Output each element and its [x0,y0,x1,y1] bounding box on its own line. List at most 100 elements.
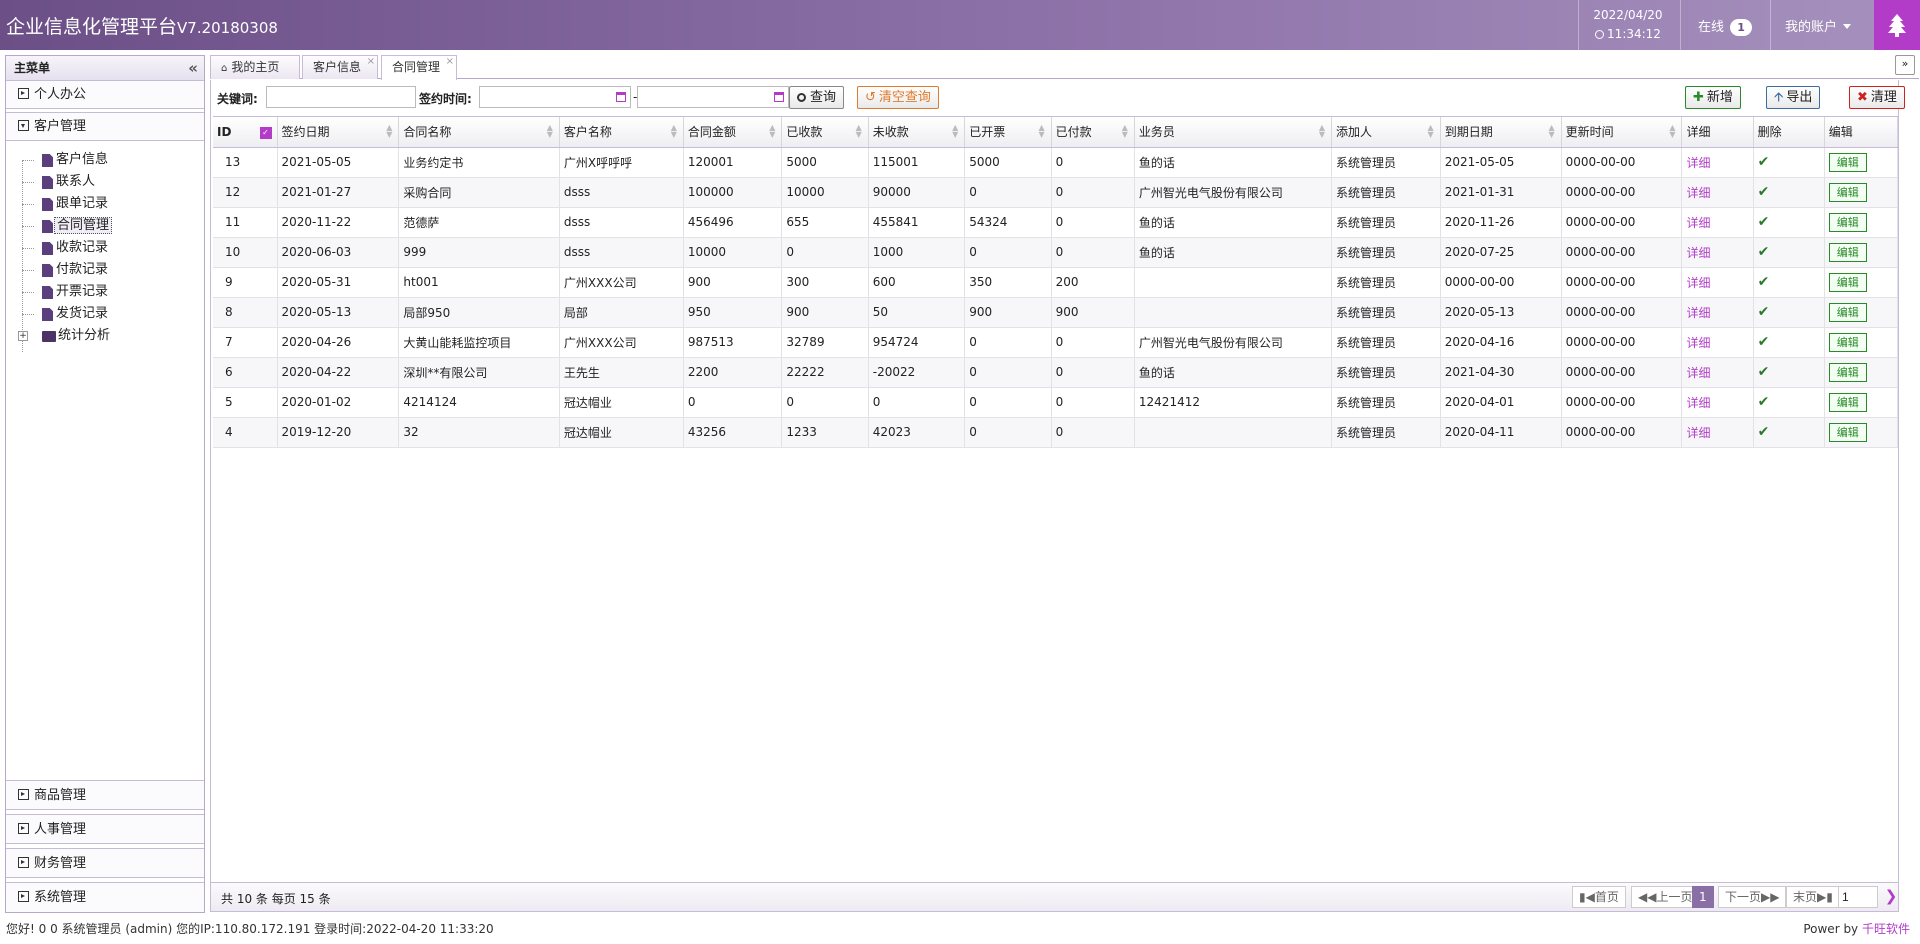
date-start-input[interactable] [479,86,631,108]
date-end-input[interactable] [637,86,789,108]
goto-page-input[interactable] [1838,886,1878,908]
table-row[interactable]: 13 2021-05-05 业务约定书 广州X呼呼呼 120001 5000 115001 5… [213,147,1899,178]
column-header[interactable]: 已收款 ▲ ▼ [781,117,869,148]
tree-item-contacts[interactable]: 联系人 [18,171,204,193]
expand-node-icon[interactable]: + [18,331,28,341]
column-header[interactable]: 合同名称 ▲ ▼ [398,117,560,148]
first-page-button[interactable]: ▮◀首页 [1572,886,1626,908]
vendor-link[interactable]: 千旺软件 [1862,922,1910,936]
edit-button[interactable]: 编辑 [1828,242,1867,262]
column-header[interactable]: 更新时间 ▲ ▼ [1561,117,1683,148]
edit-button[interactable]: 编辑 [1828,152,1867,172]
tab-customer-info[interactable]: 客户信息 × [302,55,378,79]
table-row[interactable]: 6 2020-04-22 深圳**有限公司 王先生 2200 22222 -20022 0 0 鱼… [213,357,1899,388]
search-button[interactable]: 查询 [789,86,845,109]
sidebar-section-products[interactable]: 商品管理 [6,780,204,810]
edit-button[interactable]: 编辑 [1828,362,1867,382]
edit-button[interactable]: 编辑 [1828,212,1867,232]
tree-item-receipts[interactable]: 收款记录 [18,237,204,259]
sidebar-section-customer[interactable]: 客户管理 [6,113,204,141]
sort-icon[interactable]: ▲ ▼ [1038,124,1044,139]
tree-item-customer-info[interactable]: 客户信息 [18,149,204,171]
column-header[interactable]: 到期日期 ▲ ▼ [1440,117,1562,148]
sidebar-section-finance[interactable]: 财务管理 [6,848,204,878]
close-tab-icon[interactable]: × [446,51,454,73]
delete-check-icon[interactable]: ✔ [1758,274,1770,290]
keyword-input[interactable] [266,86,416,108]
tree-item-followup[interactable]: 跟单记录 [18,193,204,215]
sort-icon[interactable]: ▲ ▼ [1319,124,1325,139]
column-header[interactable]: 业务员 ▲ ▼ [1134,117,1333,148]
tabs-more-icon[interactable]: » [1895,55,1915,75]
column-header[interactable]: 添加人 ▲ ▼ [1331,117,1441,148]
column-header[interactable]: 合同金额 ▲ ▼ [683,117,783,148]
column-header[interactable]: 已开票 ▲ ▼ [964,117,1052,148]
detail-link[interactable]: 详细 [1686,306,1710,320]
table-row[interactable]: 5 2020-01-02 4214124 冠达帽业 0 0 0 0 0 12421412 系统管理员… [213,387,1899,418]
delete-check-icon[interactable]: ✔ [1758,244,1770,260]
sort-icon[interactable]: ▲ ▼ [1428,124,1434,139]
close-tab-icon[interactable]: × [367,51,375,73]
edit-button[interactable]: 编辑 [1828,302,1867,322]
delete-check-icon[interactable]: ✔ [1758,154,1770,170]
detail-link[interactable]: 详细 [1686,186,1710,200]
column-header[interactable]: ID ✓ [213,117,278,148]
export-button[interactable]: 🡩 导出 [1766,86,1821,109]
delete-check-icon[interactable]: ✔ [1758,214,1770,230]
calendar-icon[interactable] [616,92,626,102]
detail-link[interactable]: 详细 [1686,426,1710,440]
sort-icon[interactable]: ▲ ▼ [769,124,775,139]
next-page-button[interactable]: 下一页▶▶ [1718,886,1787,908]
prev-page-button[interactable]: ◀◀上一页 [1631,886,1700,908]
column-header[interactable]: 客户名称 ▲ ▼ [559,117,684,148]
table-row[interactable]: 7 2020-04-26 大黄山能耗监控项目 广州XXX公司 987513 32789 95… [213,327,1899,358]
edit-button[interactable]: 编辑 [1828,332,1867,352]
tree-menu-button[interactable] [1874,0,1920,50]
sidebar-section-system[interactable]: 系统管理 [6,882,204,912]
sort-icon[interactable]: ▲ ▼ [856,124,862,139]
edit-button[interactable]: 编辑 [1828,392,1867,412]
tab-contract-management[interactable]: 合同管理 × [381,55,457,80]
table-row[interactable]: 11 2020-11-22 范德萨 dsss 456496 655 455841 54324 0… [213,207,1899,238]
online-users-button[interactable]: 在线 1 [1698,16,1753,36]
last-page-button[interactable]: 末页▶▮ [1786,886,1840,908]
detail-link[interactable]: 详细 [1686,156,1710,170]
delete-check-icon[interactable]: ✔ [1758,304,1770,320]
table-row[interactable]: 4 2019-12-20 32 冠达帽业 43256 1233 42023 0 0 系统管理员 20… [213,417,1899,448]
tree-item-invoices[interactable]: 开票记录 [18,281,204,303]
calendar-icon[interactable] [774,92,784,102]
table-row[interactable]: 10 2020-06-03 999 dsss 10000 0 1000 0 0 鱼的话 系统管理员 2… [213,237,1899,268]
column-header[interactable]: 签约日期 ▲ ▼ [277,117,400,148]
clear-search-button[interactable]: ↺ 清空查询 [857,86,939,109]
select-all-checkbox[interactable]: ✓ [259,127,272,139]
sort-icon[interactable]: ▲ ▼ [952,124,958,139]
collapse-sidebar-icon[interactable]: « [188,56,198,81]
delete-check-icon[interactable]: ✔ [1758,394,1770,410]
delete-check-icon[interactable]: ✔ [1758,364,1770,380]
detail-link[interactable]: 详细 [1686,216,1710,230]
edit-button[interactable]: 编辑 [1828,182,1867,202]
detail-link[interactable]: 详细 [1686,366,1710,380]
tree-item-contracts[interactable]: 合同管理 [18,215,204,237]
add-button[interactable]: ✚ 新增 [1685,86,1741,109]
sort-icon[interactable]: ▲ ▼ [671,124,677,139]
purge-button[interactable]: ✖ 清理 [1849,86,1905,109]
tree-item-shipments[interactable]: 发货记录 [18,303,204,325]
detail-link[interactable]: 详细 [1686,396,1710,410]
detail-link[interactable]: 详细 [1686,246,1710,260]
tab-home[interactable]: ⌂ 我的主页 [210,55,300,79]
tree-item-payments[interactable]: 付款记录 [18,259,204,281]
tree-item-statistics[interactable]: + 统计分析 [18,325,204,347]
sort-icon[interactable]: ▲ ▼ [1669,124,1675,139]
column-header[interactable]: 已付款 ▲ ▼ [1051,117,1135,148]
detail-link[interactable]: 详细 [1686,336,1710,350]
sort-icon[interactable]: ▲ ▼ [1122,124,1128,139]
go-page-icon[interactable]: ❯ [1879,886,1903,908]
page-1-button[interactable]: 1 [1692,886,1714,908]
sort-icon[interactable]: ▲ ▼ [386,124,392,139]
edit-button[interactable]: 编辑 [1828,422,1867,442]
sort-icon[interactable]: ▲ ▼ [547,124,553,139]
sidebar-section-hr[interactable]: 人事管理 [6,814,204,844]
table-row[interactable]: 9 2020-05-31 ht001 广州XXX公司 900 300 600 350 200 系统… [213,267,1899,298]
column-header[interactable]: 未收款 ▲ ▼ [868,117,966,148]
